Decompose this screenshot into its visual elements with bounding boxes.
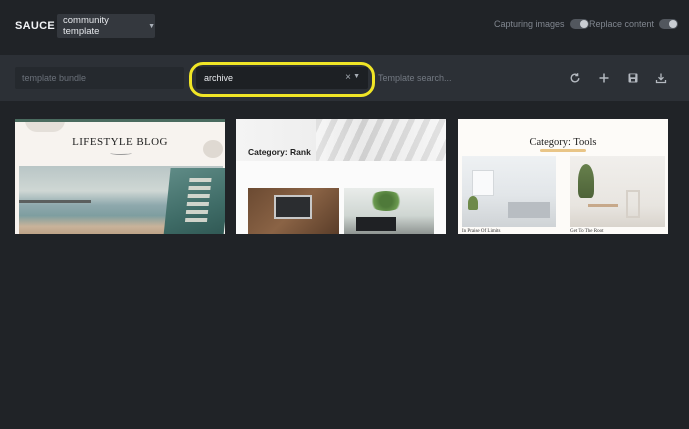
plant-interior-photo [570, 156, 665, 227]
plus-icon[interactable] [597, 71, 611, 85]
laptop-shape [274, 195, 312, 219]
lifeguard-sign-shape [163, 168, 225, 234]
signature-flourish [110, 151, 132, 155]
save-icon[interactable] [626, 71, 640, 85]
device-shape [356, 217, 396, 231]
brand-logo: SAUCE [15, 20, 56, 32]
template-card-lifestyle-blog[interactable]: LIFESTYLE BLOG [15, 119, 225, 234]
template-type-dropdown[interactable]: community template ▼ [57, 14, 155, 38]
capturing-images-toggle[interactable] [569, 19, 589, 29]
replace-content-label: Replace content [589, 19, 655, 29]
sign-lettering [184, 178, 212, 224]
download-icon[interactable] [654, 71, 668, 85]
template-search-input[interactable] [378, 67, 538, 89]
template-card-category-rank[interactable]: Category: Rank [236, 119, 446, 234]
top-bar: SAUCE community template ▼ Capturing ima… [0, 0, 689, 55]
card-title: Category: Tools [529, 137, 597, 148]
post-caption: In Praise Of Limits [462, 229, 501, 234]
template-bundle-placeholder: template bundle [22, 73, 87, 83]
decorative-shape [25, 122, 65, 132]
template-type-value: community template [63, 15, 109, 37]
card-title: LIFESTYLE BLOG [72, 136, 168, 148]
post-caption: Get To The Root [570, 229, 604, 234]
chevron-down-icon: ▼ [148, 22, 155, 30]
highlight-annotation [189, 62, 375, 97]
plant-shape [368, 191, 404, 211]
capturing-images-label: Capturing images [494, 19, 565, 29]
bedroom-photo [462, 156, 556, 227]
template-bundle-select[interactable]: template bundle [15, 67, 184, 89]
card-title: Category: Rank [248, 147, 311, 157]
template-card-category-tools[interactable]: Category: Tools In Praise Of Limits Get … [458, 119, 668, 234]
capturing-images-toggle-group[interactable]: Capturing images [494, 19, 589, 29]
beach-photo [19, 166, 225, 234]
replace-content-toggle-group[interactable]: Replace content [589, 19, 679, 29]
title-underline [540, 149, 586, 152]
replace-content-toggle[interactable] [659, 19, 679, 29]
pier-shape [19, 200, 91, 203]
refresh-icon[interactable] [568, 71, 582, 85]
